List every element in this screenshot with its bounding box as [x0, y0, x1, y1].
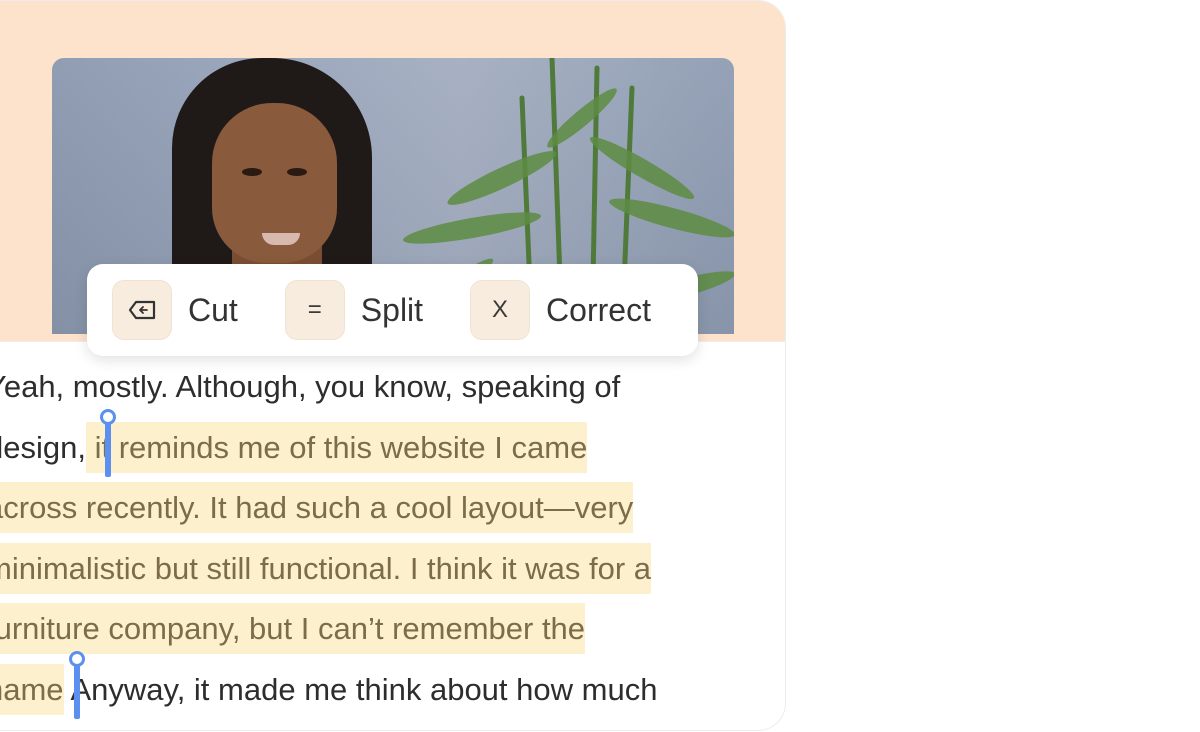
- selected-text[interactable]: across recently. It had such a cool layo…: [0, 482, 634, 533]
- selected-text[interactable]: minimalistic but still functional. I thi…: [0, 542, 652, 594]
- person-eye-right: [287, 168, 307, 176]
- transcript-text[interactable]: Yeah, mostly. Although, you know, speaki…: [0, 369, 620, 404]
- split-button[interactable]: = Split: [284, 280, 424, 340]
- transcript-line: furniture company, but I can’t remember …: [0, 599, 785, 660]
- transcript[interactable]: Yeah, mostly. Although, you know, speaki…: [0, 357, 785, 721]
- editor-card: Yeah, mostly. Although, you know, speaki…: [0, 0, 786, 731]
- cut-label: Cut: [188, 291, 238, 328]
- selection-end-handle[interactable]: [69, 651, 85, 719]
- transcript-text[interactable]: design,: [0, 430, 86, 465]
- selected-text[interactable]: furniture company, but I can’t remember …: [0, 603, 586, 654]
- person-mouth: [262, 233, 300, 245]
- equals-icon: =: [284, 280, 345, 340]
- selected-text[interactable]: it reminds me of this website I came: [85, 421, 588, 473]
- correct-button[interactable]: X Correct: [470, 280, 651, 340]
- edit-toolbar: Cut = Split X Correct: [87, 264, 698, 356]
- transcript-line: name Anyway, it made me think about how …: [0, 660, 785, 721]
- transcript-line: design, it reminds me of this website I …: [0, 418, 785, 479]
- correct-label: Correct: [546, 291, 651, 328]
- transcript-line: minimalistic but still functional. I thi…: [0, 539, 785, 600]
- cut-button[interactable]: Cut: [112, 280, 238, 340]
- transcript-line: Yeah, mostly. Although, you know, speaki…: [0, 357, 785, 418]
- split-label: Split: [360, 291, 424, 328]
- transcript-line: across recently. It had such a cool layo…: [0, 478, 785, 539]
- x-key-icon: X: [470, 280, 531, 340]
- transcript-text[interactable]: Anyway, it made me think about how much: [64, 672, 657, 707]
- selection-start-handle[interactable]: [100, 409, 116, 477]
- person-eye-left: [242, 168, 262, 176]
- selected-text[interactable]: name: [0, 663, 64, 715]
- backspace-icon: [112, 280, 172, 340]
